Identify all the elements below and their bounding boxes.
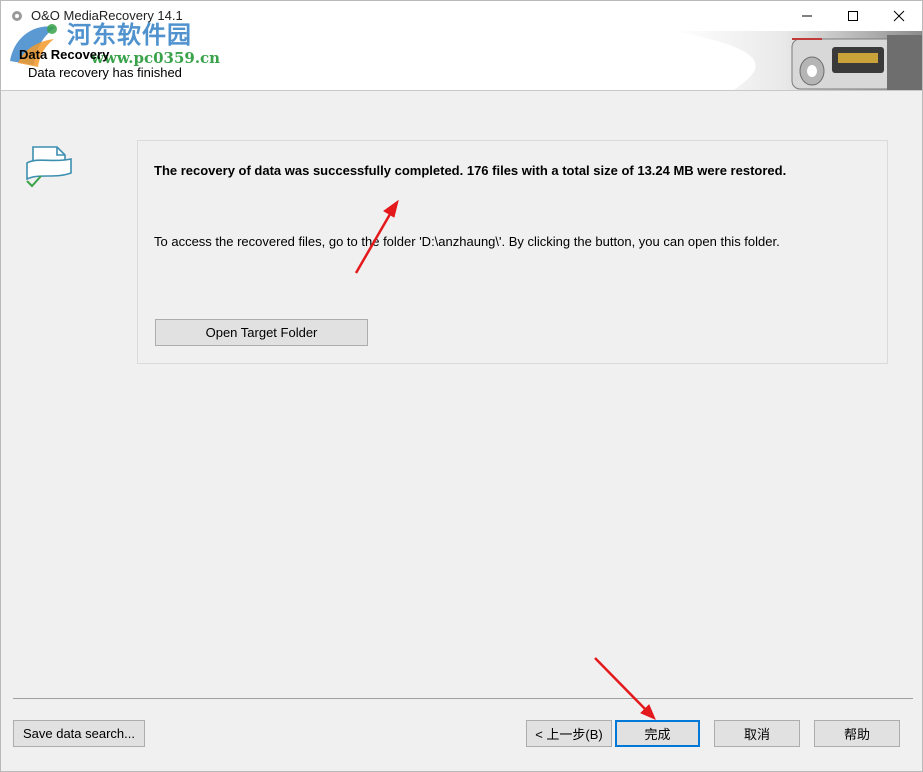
page-title: Data Recovery <box>19 47 110 62</box>
header-banner-image <box>672 31 922 90</box>
wizard-header: O&O MediaRecovery 14.1 河东软件园 www.pc0359.… <box>1 1 922 91</box>
annotation-arrow-finish <box>594 657 656 720</box>
result-info-text: To access the recovered files, go to the… <box>154 234 780 249</box>
minimize-button[interactable] <box>784 1 830 31</box>
result-panel: The recovery of data was successfully co… <box>137 140 888 364</box>
help-button[interactable]: 帮助 <box>814 720 900 747</box>
open-target-folder-button[interactable]: Open Target Folder <box>155 319 368 346</box>
cancel-button[interactable]: 取消 <box>714 720 800 747</box>
annotation-arrows <box>354 199 656 720</box>
result-headline: The recovery of data was successfully co… <box>154 163 787 178</box>
watermark-text: 河东软件园 <box>67 20 192 49</box>
close-button[interactable] <box>876 1 922 31</box>
footer-separator <box>13 698 913 699</box>
maximize-button[interactable] <box>830 1 876 31</box>
close-icon <box>893 10 905 22</box>
save-data-search-button[interactable]: Save data search... <box>13 720 145 747</box>
page-subtitle: Data recovery has finished <box>28 65 182 80</box>
back-button[interactable]: < 上一步(B) <box>526 720 612 747</box>
recovery-document-icon <box>26 146 72 188</box>
app-window: O&O MediaRecovery 14.1 河东软件园 www.pc0359.… <box>0 0 923 772</box>
window-controls <box>784 1 922 31</box>
finish-button[interactable]: 完成 <box>615 720 700 747</box>
minimize-icon <box>802 15 812 17</box>
maximize-icon <box>848 11 858 21</box>
